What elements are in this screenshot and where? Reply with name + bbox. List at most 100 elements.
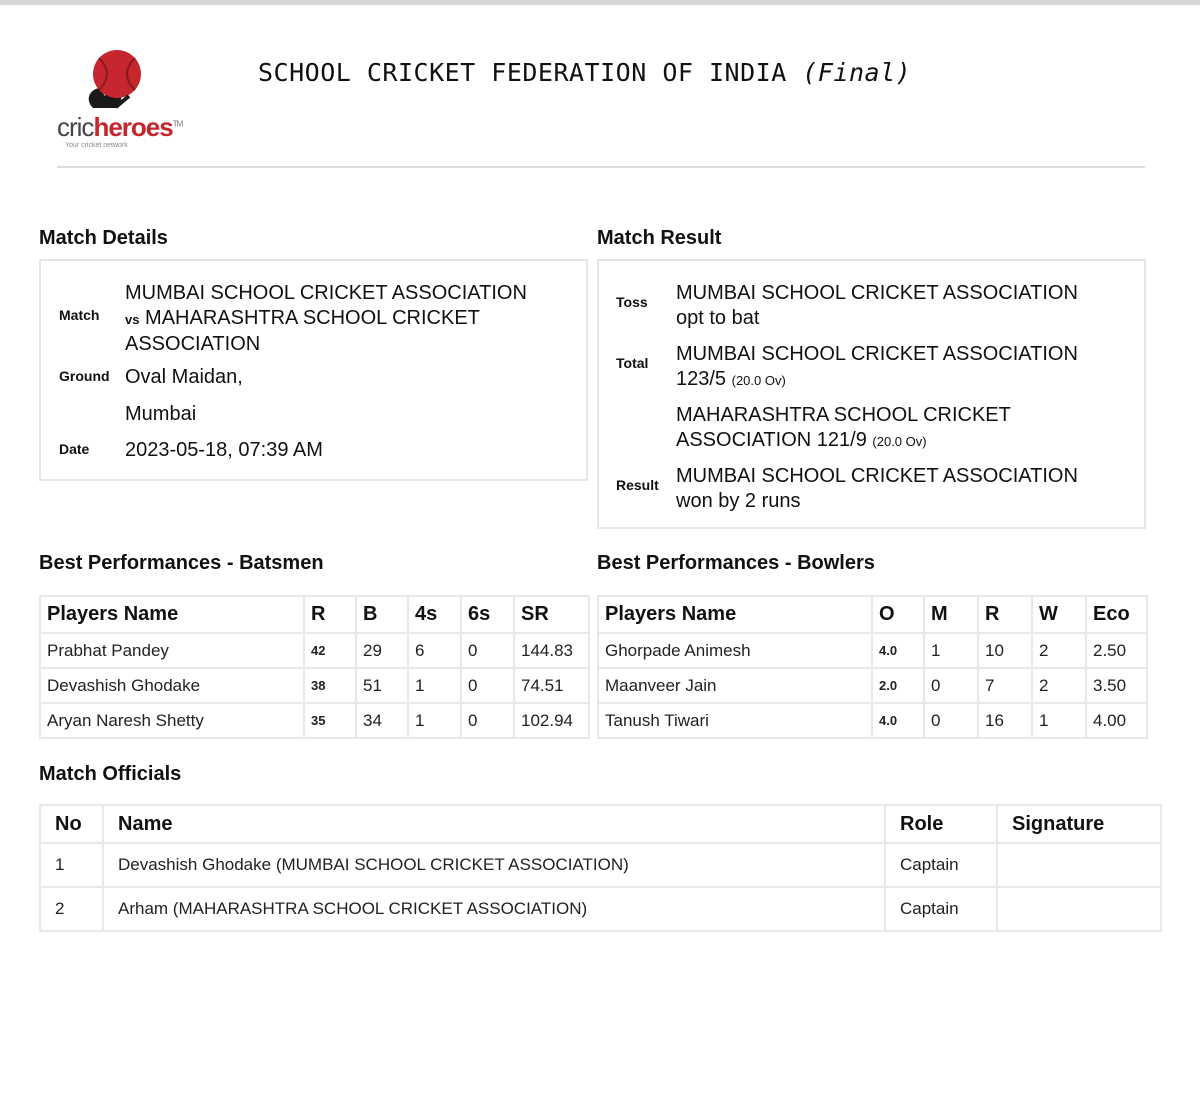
- overs: 4.0: [871, 632, 925, 669]
- official-number: 1: [39, 842, 104, 888]
- official-role: Captain: [884, 886, 998, 932]
- balls: 29: [355, 632, 409, 669]
- runs: 38: [303, 667, 357, 704]
- match-team-2-cont: ASSOCIATION: [125, 333, 261, 355]
- strike-rate: 144.83: [513, 632, 590, 669]
- table-row: Aryan Naresh Shetty 35 34 1 0 102.94: [39, 702, 590, 739]
- official-number: 2: [39, 886, 104, 932]
- runs: 42: [303, 632, 357, 669]
- sixes: 0: [460, 667, 515, 704]
- col-maidens: M: [923, 595, 979, 634]
- ground-label: Ground: [59, 368, 110, 384]
- col-number: No: [39, 804, 104, 844]
- player-name: Aryan Naresh Shetty: [39, 702, 305, 739]
- total-team-2-name: MAHARASHTRA SCHOOL CRICKET: [676, 404, 1011, 426]
- match-details-box: Match MUMBAI SCHOOL CRICKET ASSOCIATION …: [39, 259, 588, 481]
- table-row: Devashish Ghodake 38 51 1 0 74.51: [39, 667, 590, 704]
- match-details-heading: Match Details: [39, 227, 168, 249]
- bowlers-heading: Best Performances - Bowlers: [597, 552, 875, 574]
- player-name: Devashish Ghodake: [39, 667, 305, 704]
- col-runs: R: [977, 595, 1033, 634]
- col-overs: O: [871, 595, 925, 634]
- officials-heading: Match Officials: [39, 763, 182, 785]
- col-name: Name: [102, 804, 886, 844]
- officials-header-row: No Name Role Signature: [39, 804, 1162, 844]
- total-team-2: MAHARASHTRA SCHOOL CRICKET ASSOCIATION 1…: [676, 403, 1136, 454]
- page-title-text: SCHOOL CRICKET FEDERATION OF INDIA: [258, 58, 787, 87]
- cricket-ball-logo-icon: [88, 50, 141, 109]
- col-signature: Signature: [996, 804, 1162, 844]
- match-team-2: MAHARASHTRA SCHOOL CRICKET: [145, 306, 480, 329]
- logo-tagline: Your cricket network: [65, 142, 128, 149]
- balls: 34: [355, 702, 409, 739]
- match-label: Match: [59, 307, 100, 323]
- bowlers-header-row: Players Name O M R W Eco: [597, 595, 1148, 634]
- official-signature: [996, 886, 1162, 932]
- header-divider: [57, 166, 1145, 168]
- page-title: SCHOOL CRICKET FEDERATION OF INDIA (Fina…: [258, 58, 911, 87]
- economy: 4.00: [1085, 702, 1148, 739]
- fours: 1: [407, 667, 462, 704]
- table-row: 2 Arham (MAHARASHTRA SCHOOL CRICKET ASSO…: [39, 886, 1162, 932]
- strike-rate: 74.51: [513, 667, 590, 704]
- col-sixes: 6s: [460, 595, 515, 634]
- wickets: 1: [1031, 702, 1087, 739]
- vs-label: vs: [125, 311, 140, 327]
- total-team-2-name-cont: ASSOCIATION: [676, 428, 812, 451]
- total-team-2-score: 121/9: [816, 428, 867, 451]
- official-name: Devashish Ghodake (MUMBAI SCHOOL CRICKET…: [102, 842, 886, 888]
- overs: 4.0: [871, 702, 925, 739]
- total-team-1-name: MUMBAI SCHOOL CRICKET ASSOCIATION: [676, 343, 1078, 365]
- table-row: Prabhat Pandey 42 29 6 0 144.83: [39, 632, 590, 669]
- strike-rate: 102.94: [513, 702, 590, 739]
- balls: 51: [355, 667, 409, 704]
- toss-team: MUMBAI SCHOOL CRICKET ASSOCIATION: [676, 282, 1078, 304]
- match-result-box: Toss MUMBAI SCHOOL CRICKET ASSOCIATION o…: [597, 259, 1146, 529]
- col-players-name: Players Name: [597, 595, 873, 634]
- batsmen-header-row: Players Name R B 4s 6s SR: [39, 595, 590, 634]
- col-fours: 4s: [407, 595, 462, 634]
- col-wickets: W: [1031, 595, 1087, 634]
- result-label: Result: [616, 477, 659, 493]
- result-value: MUMBAI SCHOOL CRICKET ASSOCIATION won by…: [676, 464, 1136, 513]
- economy: 3.50: [1085, 667, 1148, 704]
- economy: 2.50: [1085, 632, 1148, 669]
- total-team-1-overs: (20.0 Ov): [731, 372, 786, 388]
- runs: 7: [977, 667, 1033, 704]
- ground-city: Mumbai: [125, 403, 197, 425]
- col-economy: Eco: [1085, 595, 1148, 634]
- sixes: 0: [460, 702, 515, 739]
- bowlers-table: Players Name O M R W Eco Ghorpade Animes…: [597, 595, 1148, 739]
- wickets: 2: [1031, 632, 1087, 669]
- total-team-1-score: 123/5: [676, 367, 727, 390]
- table-row: Tanush Tiwari 4.0 0 16 1 4.00: [597, 702, 1148, 739]
- table-row: Maanveer Jain 2.0 0 7 2 3.50: [597, 667, 1148, 704]
- toss-decision: opt to bat: [676, 306, 760, 329]
- total-team-1: MUMBAI SCHOOL CRICKET ASSOCIATION 123/5 …: [676, 342, 1136, 393]
- col-players-name: Players Name: [39, 595, 305, 634]
- cricheroes-logo: cricheroesTM Your cricket network: [55, 48, 195, 156]
- match-teams: MUMBAI SCHOOL CRICKET ASSOCIATION vs MAH…: [125, 281, 575, 357]
- player-name: Prabhat Pandey: [39, 632, 305, 669]
- col-role: Role: [884, 804, 998, 844]
- wickets: 2: [1031, 667, 1087, 704]
- player-name: Tanush Tiwari: [597, 702, 873, 739]
- officials-table: No Name Role Signature 1 Devashish Ghoda…: [39, 804, 1162, 932]
- player-name: Ghorpade Animesh: [597, 632, 873, 669]
- maidens: 1: [923, 632, 979, 669]
- table-row: Ghorpade Animesh 4.0 1 10 2 2.50: [597, 632, 1148, 669]
- official-signature: [996, 842, 1162, 888]
- match-team-1: MUMBAI SCHOOL CRICKET ASSOCIATION: [125, 282, 527, 304]
- date-value: 2023-05-18, 07:39 AM: [125, 439, 323, 461]
- batsmen-heading: Best Performances - Batsmen: [39, 552, 324, 574]
- sixes: 0: [460, 632, 515, 669]
- runs: 10: [977, 632, 1033, 669]
- player-name: Maanveer Jain: [597, 667, 873, 704]
- maidens: 0: [923, 667, 979, 704]
- result-margin: won by 2 runs: [676, 489, 801, 512]
- total-team-2-overs: (20.0 Ov): [872, 433, 927, 449]
- fours: 1: [407, 702, 462, 739]
- official-role: Captain: [884, 842, 998, 888]
- toss-value: MUMBAI SCHOOL CRICKET ASSOCIATION opt to…: [676, 281, 1136, 330]
- fours: 6: [407, 632, 462, 669]
